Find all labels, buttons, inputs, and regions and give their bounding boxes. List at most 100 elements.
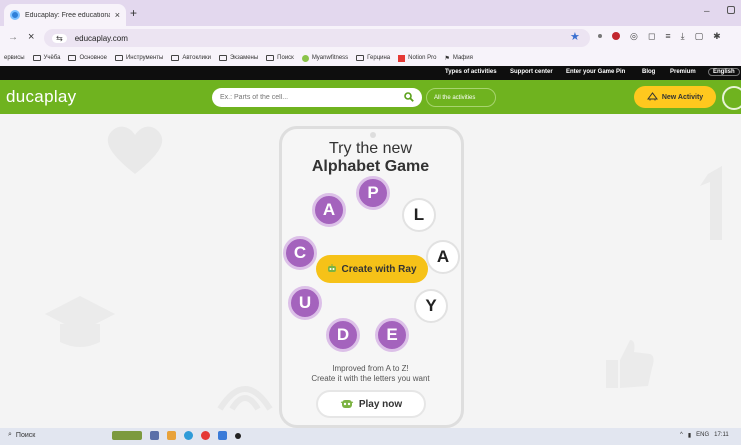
promo-subtitle: Improved from A to Z! bbox=[332, 364, 409, 373]
profile-icon[interactable]: ✱ bbox=[713, 32, 721, 41]
new-activity-icon bbox=[646, 91, 658, 103]
ray-robot-icon bbox=[340, 397, 354, 412]
browser-tab[interactable]: Educaplay: Free educational ga × bbox=[4, 4, 126, 26]
nav-support-center[interactable]: Support center bbox=[510, 69, 553, 75]
letter-bubble: D bbox=[326, 318, 360, 352]
reading-list-icon[interactable]: ≡ bbox=[665, 32, 670, 41]
letter-bubble: U bbox=[288, 286, 322, 320]
language-selector[interactable]: English bbox=[708, 68, 740, 76]
notion-pro-icon bbox=[398, 54, 406, 62]
weather-widget-icon[interactable] bbox=[112, 431, 142, 440]
chrome-browser-icon[interactable] bbox=[201, 431, 210, 440]
battery-icon[interactable]: ▮ bbox=[688, 432, 691, 439]
bookmark-item[interactable]: Myanwfitness bbox=[301, 54, 348, 62]
bookmark-folder[interactable]: Поиск bbox=[266, 55, 294, 61]
bookmark-item[interactable]: Notion Pro bbox=[398, 54, 437, 62]
taskbar-search[interactable]: ⌕ Поиск bbox=[8, 431, 35, 439]
tab-close-icon[interactable]: × bbox=[115, 10, 120, 20]
url-text[interactable]: educaplay.com bbox=[75, 34, 128, 43]
bookmark-folder[interactable]: Герцина bbox=[356, 55, 390, 61]
forward-icon[interactable]: → bbox=[8, 32, 18, 43]
download-icon[interactable]: ⤓ bbox=[681, 32, 685, 41]
ray-robot-icon bbox=[327, 263, 337, 276]
letter-bubble: L bbox=[402, 198, 436, 232]
letter-bubble: E bbox=[375, 318, 409, 352]
keyboard-language[interactable]: ENG bbox=[696, 432, 709, 439]
bookmark-item[interactable]: ⚑ Мафия bbox=[445, 55, 473, 62]
search-icon: ⌕ bbox=[8, 431, 12, 438]
educaplay-favicon-icon bbox=[10, 10, 20, 20]
dot-icon bbox=[598, 34, 602, 38]
mafia-site-icon: ⚑ bbox=[444, 55, 450, 62]
nav-premium[interactable]: Premium bbox=[670, 69, 696, 75]
letter-bubble: A bbox=[312, 193, 346, 227]
user-avatar[interactable] bbox=[722, 86, 741, 110]
app-dot-icon[interactable] bbox=[235, 432, 241, 439]
mail-app-icon[interactable] bbox=[218, 431, 227, 440]
search-input[interactable] bbox=[220, 94, 404, 101]
folder-icon bbox=[171, 55, 180, 61]
file-explorer-icon[interactable] bbox=[167, 431, 176, 440]
create-with-ray-label: Create with Ray bbox=[341, 263, 417, 275]
os-taskbar: ⌕ Поиск ^ ▮ ENG 17:11 bbox=[0, 428, 741, 445]
extension-circle-icon[interactable]: ◎ bbox=[630, 32, 638, 41]
split-view-icon[interactable]: ▢ bbox=[695, 32, 704, 41]
letter-bubble: Y bbox=[414, 289, 448, 323]
bookmark-folder[interactable]: Учёба bbox=[32, 55, 60, 61]
nav-enter-game-pin[interactable]: Enter your Game Pin bbox=[566, 69, 625, 75]
bookmark-folder[interactable]: Автоклики bbox=[171, 55, 211, 61]
promo-title-line2: Alphabet Game bbox=[311, 158, 430, 175]
folder-icon bbox=[356, 55, 365, 61]
address-bar[interactable]: ⇆ educaplay.com bbox=[44, 29, 590, 47]
fitness-site-icon bbox=[301, 54, 309, 62]
number-one-decoration-icon bbox=[700, 166, 722, 240]
search-icon[interactable] bbox=[404, 91, 414, 104]
extension-icons: ◎ ◻ ≡ ⤓ ▢ ✱ bbox=[598, 32, 721, 41]
activity-search bbox=[212, 88, 422, 107]
taskbar-apps bbox=[112, 431, 241, 440]
folder-icon bbox=[218, 55, 227, 61]
clock[interactable]: 17:11 bbox=[714, 432, 729, 439]
site-top-nav: Types of activities Support center Enter… bbox=[0, 66, 741, 80]
nav-blog[interactable]: Blog bbox=[642, 69, 655, 75]
task-view-icon[interactable] bbox=[150, 431, 159, 440]
new-activity-button[interactable]: New Activity bbox=[634, 86, 716, 108]
letter-bubble: C bbox=[283, 236, 317, 270]
new-tab-button[interactable]: + bbox=[130, 6, 137, 20]
edge-browser-icon[interactable] bbox=[184, 431, 193, 440]
folder-icon bbox=[114, 55, 123, 61]
create-with-ray-button[interactable]: Create with Ray bbox=[316, 255, 428, 283]
bookmark-folder[interactable]: Экзамены bbox=[218, 55, 258, 61]
browser-toolbar: → × ⇆ educaplay.com ★ ◎ ◻ ≡ ⤓ ▢ ✱ bbox=[0, 26, 741, 50]
bookmark-folder[interactable]: Инструменты bbox=[114, 55, 163, 61]
folder-icon bbox=[266, 55, 275, 61]
folder-icon bbox=[68, 55, 77, 61]
stop-loading-icon[interactable]: × bbox=[28, 31, 34, 43]
bookmark-item[interactable]: ервисы bbox=[4, 55, 25, 61]
extension-puzzle-icon[interactable]: ◻ bbox=[648, 32, 655, 41]
site-info-icon[interactable]: ⇆ bbox=[52, 33, 67, 43]
site-header: ducaplay All the activities New Activity bbox=[0, 80, 741, 114]
bookmarks-bar: ервисы Учёба Основное Инструменты Автокл… bbox=[0, 50, 741, 66]
nav-types-of-activities[interactable]: Types of activities bbox=[445, 69, 497, 75]
browser-tab-strip: Educaplay: Free educational ga × + – bbox=[0, 0, 741, 26]
bookmark-folder[interactable]: Основное bbox=[68, 55, 107, 61]
promo-description: Create it with the letters you want bbox=[311, 374, 430, 383]
play-now-button[interactable]: Play now bbox=[316, 390, 426, 418]
letter-bubble: A bbox=[426, 240, 460, 274]
extension-red-icon[interactable] bbox=[612, 32, 620, 40]
restore-window-button[interactable] bbox=[727, 6, 735, 14]
system-tray: ^ ▮ ENG 17:11 bbox=[680, 432, 729, 439]
cap-decoration-icon bbox=[45, 296, 115, 347]
bookmark-star-icon[interactable]: ★ bbox=[570, 30, 580, 43]
tray-chevron-icon[interactable]: ^ bbox=[680, 432, 683, 439]
educaplay-logo[interactable]: ducaplay bbox=[6, 87, 76, 107]
phone-camera-dot bbox=[370, 132, 376, 138]
folder-icon bbox=[32, 55, 41, 61]
new-activity-label: New Activity bbox=[661, 93, 704, 101]
taskbar-search-label: Поиск bbox=[15, 431, 36, 439]
promo-title-line1: Try the new bbox=[329, 140, 412, 157]
minimize-window-button[interactable]: – bbox=[704, 6, 710, 17]
tab-title: Educaplay: Free educational ga bbox=[25, 11, 110, 19]
all-activities-button[interactable]: All the activities bbox=[426, 88, 496, 107]
